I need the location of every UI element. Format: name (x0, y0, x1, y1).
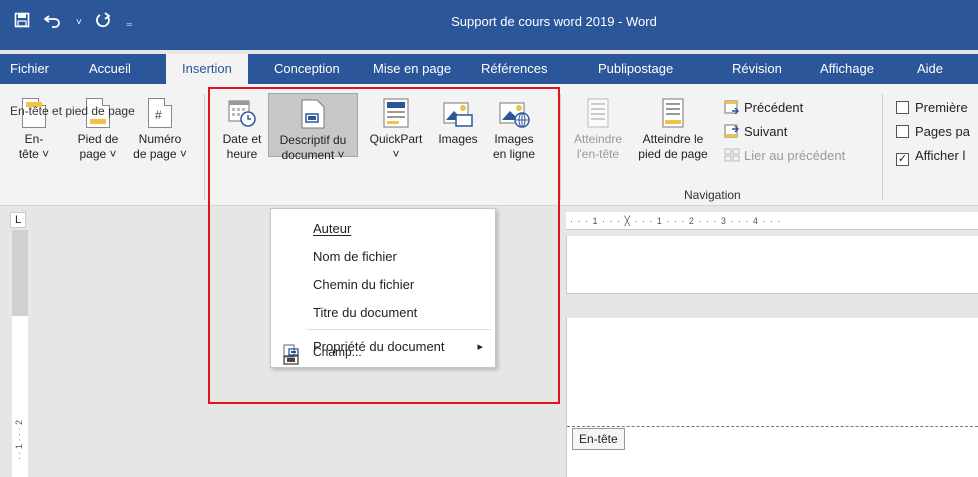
header-tag: En-tête (572, 428, 625, 450)
calendar-clock-icon (227, 98, 257, 128)
quickpart-icon (383, 98, 409, 128)
group-separator (204, 94, 205, 200)
window-title: Support de cours word 2019 - Word (451, 14, 657, 29)
header-label-line2: tête ˅ (18, 147, 50, 161)
goto-footer-button[interactable]: Atteindre le pied de page (632, 98, 714, 162)
goto-footer-label-line2: pied de page (638, 147, 708, 161)
page-number-label-line1: Numéro (138, 132, 182, 146)
checked-icon: ✓ (896, 153, 909, 166)
date-time-button[interactable]: Date et heure (216, 98, 268, 162)
vertical-ruler-marks: · · 1 · · · 2 (14, 420, 24, 460)
previous-page-bottom (566, 236, 978, 294)
checkbox-icon (896, 101, 909, 114)
next-button[interactable]: Suivant (724, 124, 787, 139)
vertical-ruler[interactable]: · · 1 · · · 2 (12, 316, 28, 477)
title-bar: ˅ ₌ Support de cours word 2019 - Word (0, 0, 978, 50)
document-info-label-line1: Descriptif du (279, 133, 347, 147)
tab-conception[interactable]: Conception (274, 54, 340, 84)
online-images-label-line1: Images (494, 132, 534, 146)
menu-item-field[interactable]: Champ... (271, 338, 495, 366)
group-navigation-label: Navigation (684, 188, 741, 202)
tab-accueil[interactable]: Accueil (89, 54, 131, 84)
goto-header-icon (587, 98, 609, 128)
page-number-label-line2: de page ˅ (133, 147, 187, 161)
horizontal-ruler[interactable]: · · · 1 · · · ╳ · · · 1 · · · 2 · · · 3 … (566, 212, 978, 230)
document-info-label-line2: document ˅ (281, 148, 345, 162)
menu-item-label: Auteur (313, 221, 352, 236)
goto-footer-label-line1: Atteindre le (642, 132, 704, 146)
menu-item-author[interactable]: Auteur (271, 215, 495, 243)
link-previous-button[interactable]: Lier au précédent (724, 148, 845, 163)
next-icon (724, 124, 740, 138)
tab-publipostage[interactable]: Publipostage (598, 54, 673, 84)
footer-label-line2: page ˅ (79, 147, 117, 161)
menu-item-document-title[interactable]: Titre du document (271, 299, 495, 327)
quickpart-label-line2: ˅ (392, 147, 400, 161)
ruler-marks: · · · 1 · · · ╳ · · · 1 · · · 2 · · · 3 … (570, 216, 782, 226)
checkbox-icon (896, 125, 909, 138)
online-images-label-line2: en ligne (492, 147, 536, 161)
field-icon (283, 347, 299, 365)
group-separator (560, 94, 561, 200)
goto-header-label-line1: Atteindre (573, 132, 623, 146)
group-header-footer-label: En-tête et pied de page (10, 104, 135, 118)
different-first-page-label: Première (915, 100, 968, 115)
menu-item-filename[interactable]: Nom de fichier (271, 243, 495, 271)
goto-footer-icon (662, 98, 684, 128)
different-first-page-checkbox[interactable]: Première (896, 100, 968, 115)
quickpart-label-line1: QuickPart (369, 132, 423, 146)
tab-references[interactable]: Références (481, 54, 547, 84)
show-document-text-checkbox[interactable]: ✓ Afficher l (896, 148, 965, 166)
menu-item-filepath[interactable]: Chemin du fichier (271, 271, 495, 299)
vertical-ruler-gray (12, 230, 28, 316)
page-number-button[interactable]: # Numéro de page ˅ (128, 98, 192, 162)
goto-header-button[interactable]: Atteindre l'en-tête (566, 98, 630, 162)
goto-header-label-line2: l'en-tête (576, 147, 620, 161)
menu-item-label: Chemin du fichier (313, 277, 415, 292)
online-images-icon (498, 98, 530, 128)
images-label: Images (438, 132, 478, 146)
document-info-icon (301, 99, 325, 129)
ruler-corner-button[interactable]: L (10, 212, 26, 228)
tab-mise-en-page[interactable]: Mise en page (373, 54, 451, 84)
previous-button[interactable]: Précédent (724, 100, 803, 115)
tab-insertion[interactable]: Insertion (166, 54, 248, 84)
header-boundary-line (567, 426, 978, 427)
odd-even-pages-label: Pages pa (915, 124, 970, 139)
tab-fichier[interactable]: Fichier (10, 54, 49, 84)
images-button[interactable]: Images (432, 98, 484, 147)
document-page[interactable] (566, 318, 978, 477)
ribbon-tabs: Fichier Accueil Insertion Conception Mis… (0, 54, 978, 84)
menu-item-label: Champ... (313, 345, 362, 359)
page-number-icon: # (148, 98, 172, 128)
next-label: Suivant (744, 124, 788, 139)
quickpart-button[interactable]: QuickPart ˅ (362, 98, 430, 162)
menu-separator (307, 329, 491, 330)
tab-affichage[interactable]: Affichage (820, 54, 874, 84)
menu-item-label: Nom de fichier (313, 249, 397, 264)
link-previous-icon (724, 148, 740, 162)
previous-icon (724, 100, 740, 115)
header-label-line1: En- (24, 132, 44, 146)
show-document-text-label: Afficher l (915, 148, 966, 163)
images-icon (442, 98, 474, 128)
date-time-label-line1: Date et (222, 132, 262, 146)
document-info-button[interactable]: Descriptif du document ˅ (268, 93, 358, 162)
odd-even-pages-checkbox[interactable]: Pages pa (896, 124, 970, 139)
tab-revision[interactable]: Révision (732, 54, 782, 84)
date-time-label-line2: heure (226, 147, 258, 161)
footer-label-line1: Pied de (77, 132, 119, 146)
tab-aide[interactable]: Aide (917, 54, 943, 84)
online-images-button[interactable]: Images en ligne (486, 98, 542, 162)
group-separator (882, 94, 883, 200)
link-previous-label: Lier au précédent (744, 148, 846, 163)
previous-label: Précédent (744, 100, 804, 115)
menu-item-label: Titre du document (313, 305, 418, 320)
